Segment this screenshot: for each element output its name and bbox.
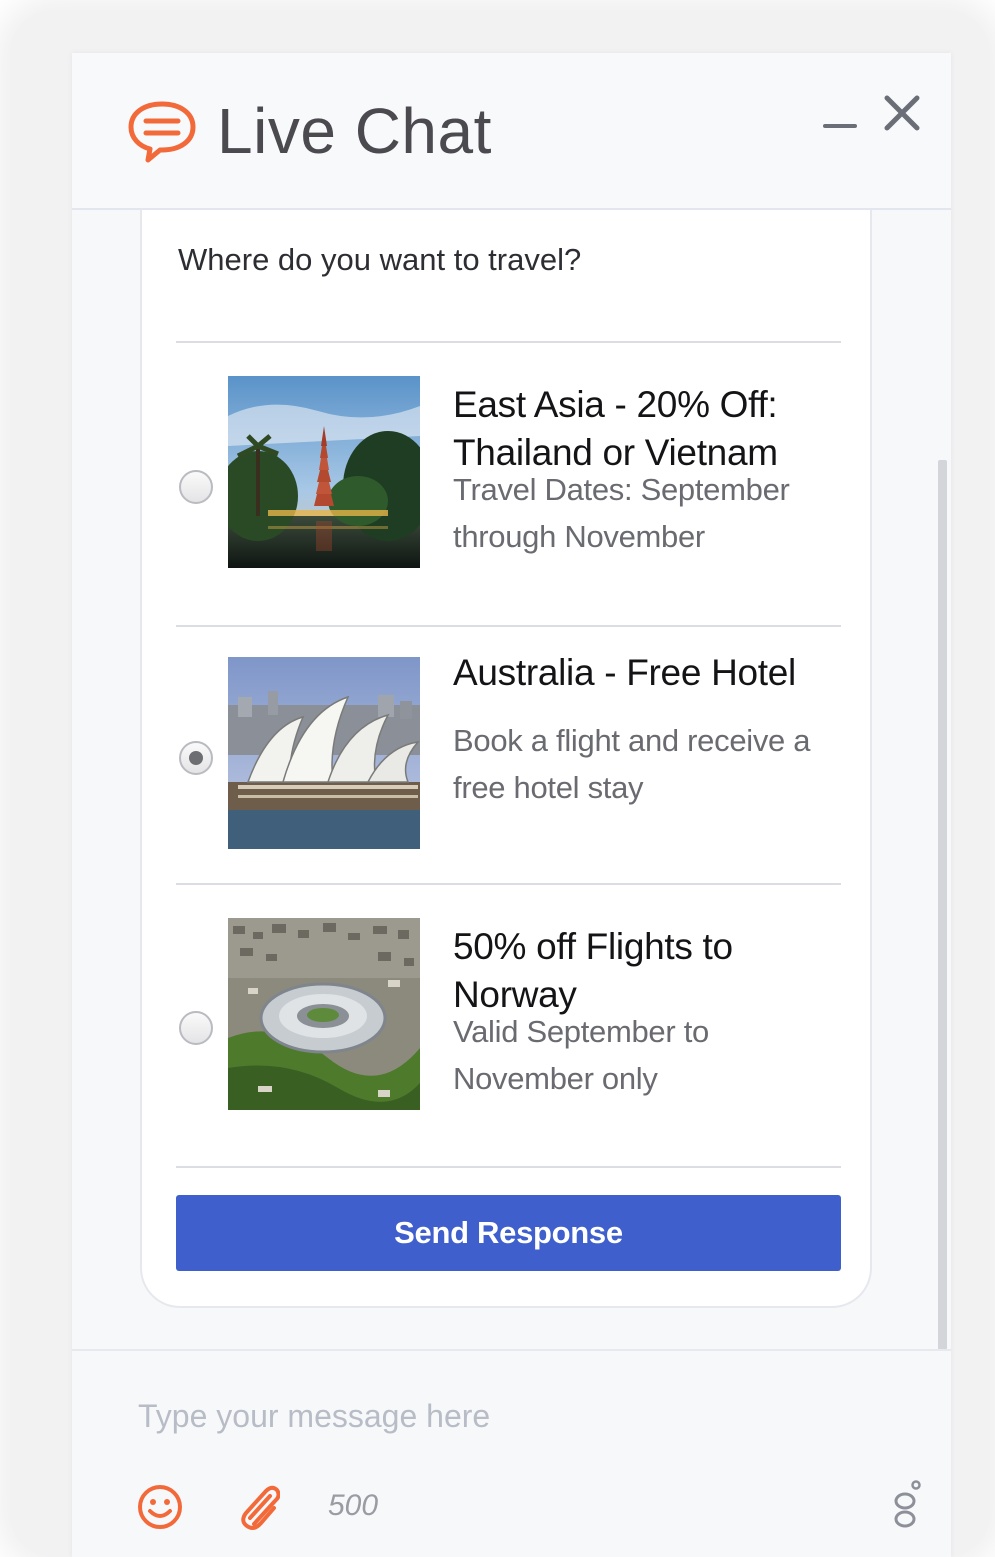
message-input[interactable]	[138, 1391, 838, 1441]
radio-east-asia[interactable]	[179, 470, 213, 504]
brand-logo-icon	[894, 1480, 921, 1528]
option-title: East Asia - 20% Off: Thailand or Vietnam	[453, 384, 778, 473]
radio-norway[interactable]	[179, 1011, 213, 1045]
sydney-opera-house-photo	[228, 657, 420, 849]
divider	[176, 1166, 841, 1168]
survey-question: Where do you want to travel?	[178, 242, 582, 277]
option-title: Australia - Free Hotel	[453, 652, 796, 693]
send-response-button[interactable]: Send Response	[176, 1195, 841, 1271]
paperclip-icon[interactable]	[232, 1481, 280, 1533]
option-norway[interactable]: 50% off Flights to Norway Valid Septembe…	[176, 885, 841, 1166]
option-description: Book a flight and receive a free hotel s…	[453, 723, 811, 805]
minimize-button[interactable]	[823, 113, 859, 137]
chat-header: Live Chat	[72, 53, 951, 210]
pagoda-lake-photo	[228, 376, 420, 568]
chat-bubble-icon	[128, 101, 196, 163]
option-description: Valid September to November only	[453, 1014, 709, 1096]
character-limit: 500	[328, 1489, 379, 1522]
travel-survey-card: Where do you want to travel? East Asia -…	[140, 210, 872, 1308]
stadium-aerial-photo	[228, 918, 420, 1110]
option-east-asia[interactable]: East Asia - 20% Off: Thailand or Vietnam…	[176, 343, 841, 625]
chat-title: Live Chat	[217, 95, 492, 167]
scrollbar[interactable]	[938, 460, 947, 1350]
close-icon[interactable]	[882, 93, 922, 133]
option-description: Travel Dates: September through November	[453, 472, 790, 554]
option-title: 50% off Flights to Norway	[453, 926, 733, 1015]
radio-australia[interactable]	[179, 741, 213, 775]
smiley-icon[interactable]	[136, 1483, 184, 1531]
chat-composer: 500	[72, 1349, 951, 1557]
live-chat-window: Live Chat Where do you want to travel? E…	[72, 53, 951, 1557]
option-australia[interactable]: Australia - Free Hotel Book a flight and…	[176, 627, 841, 883]
